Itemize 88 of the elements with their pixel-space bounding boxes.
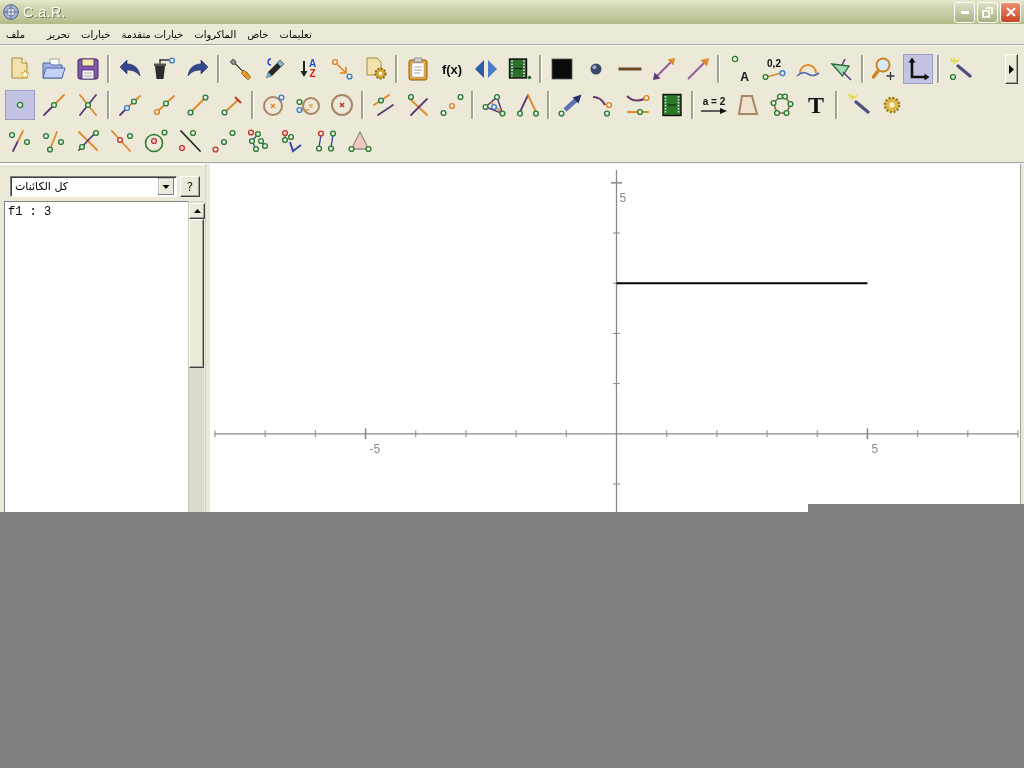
clipboard-icon [406, 57, 430, 81]
film-strip-icon [508, 57, 532, 81]
angle-icon [516, 93, 540, 117]
line-points-icon [8, 129, 32, 153]
segment-icon [762, 69, 786, 80]
document-icon [8, 57, 32, 81]
filter-dropdown[interactable]: كل الكائنات [10, 176, 177, 197]
folder-icon [42, 57, 66, 81]
menu-item[interactable]: خيارات متقدمة [118, 25, 187, 43]
crossing-lines-icon [76, 129, 100, 153]
points-icon [440, 93, 464, 117]
triangle-icon [830, 57, 854, 81]
perpendicular-lines-icon [406, 93, 430, 117]
magic-wand-icon [948, 57, 972, 81]
line-points-icon [178, 129, 202, 153]
decimal-button[interactable]: 0,2 [759, 54, 789, 84]
polygon-icon [770, 93, 794, 117]
line-icon [118, 93, 142, 117]
drawing-canvas[interactable]: 5 -5 5 [210, 164, 1020, 512]
segment-icon [186, 93, 210, 117]
line-icon [618, 66, 642, 72]
line-points-icon [42, 129, 66, 153]
menu-item[interactable]: خاص [244, 25, 272, 43]
triangle-points-icon [482, 93, 506, 117]
line-point-icon [42, 93, 66, 117]
expression-button[interactable]: a = 2 [699, 90, 729, 120]
square-icon [550, 57, 574, 81]
line-point-icon [110, 129, 134, 153]
document-gear-icon [364, 57, 388, 81]
menu-item[interactable]: تحرير [44, 25, 74, 43]
circle-icon [262, 93, 286, 117]
points-icon [314, 129, 338, 153]
point-label-button[interactable]: A [725, 54, 755, 84]
close-icon [1005, 7, 1016, 17]
circle-icon [330, 93, 354, 117]
scrollbar-thumb[interactable] [189, 219, 204, 368]
axes-button[interactable] [903, 54, 933, 84]
caret-up-icon [193, 209, 201, 213]
help-button[interactable]: ? [180, 176, 200, 197]
points-icon [212, 129, 236, 153]
triangle-icon [348, 129, 372, 153]
ray-icon [152, 93, 176, 117]
points-icon [246, 129, 270, 153]
minimize-icon [960, 10, 969, 14]
arrow-right-icon [701, 107, 727, 114]
magic-wand-icon [846, 93, 870, 117]
point-icon [731, 55, 740, 63]
circle-point-icon [144, 129, 168, 153]
text-button[interactable]: T [801, 90, 831, 120]
scrollbar[interactable] [188, 201, 204, 512]
scroll-right-button[interactable] [1005, 54, 1018, 84]
segment-icon [220, 93, 244, 117]
trash-can-icon [152, 57, 176, 81]
menu-item[interactable]: الماكروات [191, 25, 240, 43]
close-button[interactable] [1000, 1, 1021, 23]
logo-icon [3, 4, 19, 20]
tick-label: 5 [619, 190, 627, 205]
magnifier-icon [872, 57, 896, 81]
quadrilateral-icon [736, 93, 760, 117]
dropdown-arrow-icon [158, 178, 174, 195]
tick-label: -5 [369, 441, 381, 456]
gear-icon [883, 96, 901, 114]
crossing-lines-icon [76, 93, 100, 117]
point-icon [16, 101, 24, 109]
parallel-lines-icon [372, 93, 396, 117]
arrow-icon [558, 93, 582, 117]
wrench-icon [228, 57, 252, 81]
scroll-up-button[interactable] [189, 203, 205, 219]
axes-icon [906, 57, 930, 81]
menu-item[interactable]: ملف [3, 25, 29, 43]
left-right-arrows-icon [474, 59, 498, 79]
sphere-icon [590, 63, 602, 75]
sort-button[interactable]: A Z [293, 54, 323, 84]
caret-right-icon [1009, 64, 1014, 74]
arrow-down-icon [300, 60, 309, 78]
tick-label: 5 [871, 441, 879, 456]
film-strip-icon [660, 93, 684, 117]
object-item[interactable]: f1 : 3 [8, 205, 52, 219]
points-arrow-icon [330, 57, 354, 81]
arrow-icon [686, 57, 710, 81]
double-arrow-icon [652, 57, 676, 81]
menu-item[interactable]: خيارات [78, 25, 114, 43]
function-button[interactable]: f(x) [437, 54, 467, 84]
points-icon [280, 129, 304, 153]
restore-icon [982, 6, 993, 18]
curves-icon [626, 93, 650, 117]
menu-item[interactable]: تعليمات [276, 25, 315, 43]
window-title: C.a.R. [23, 4, 67, 20]
